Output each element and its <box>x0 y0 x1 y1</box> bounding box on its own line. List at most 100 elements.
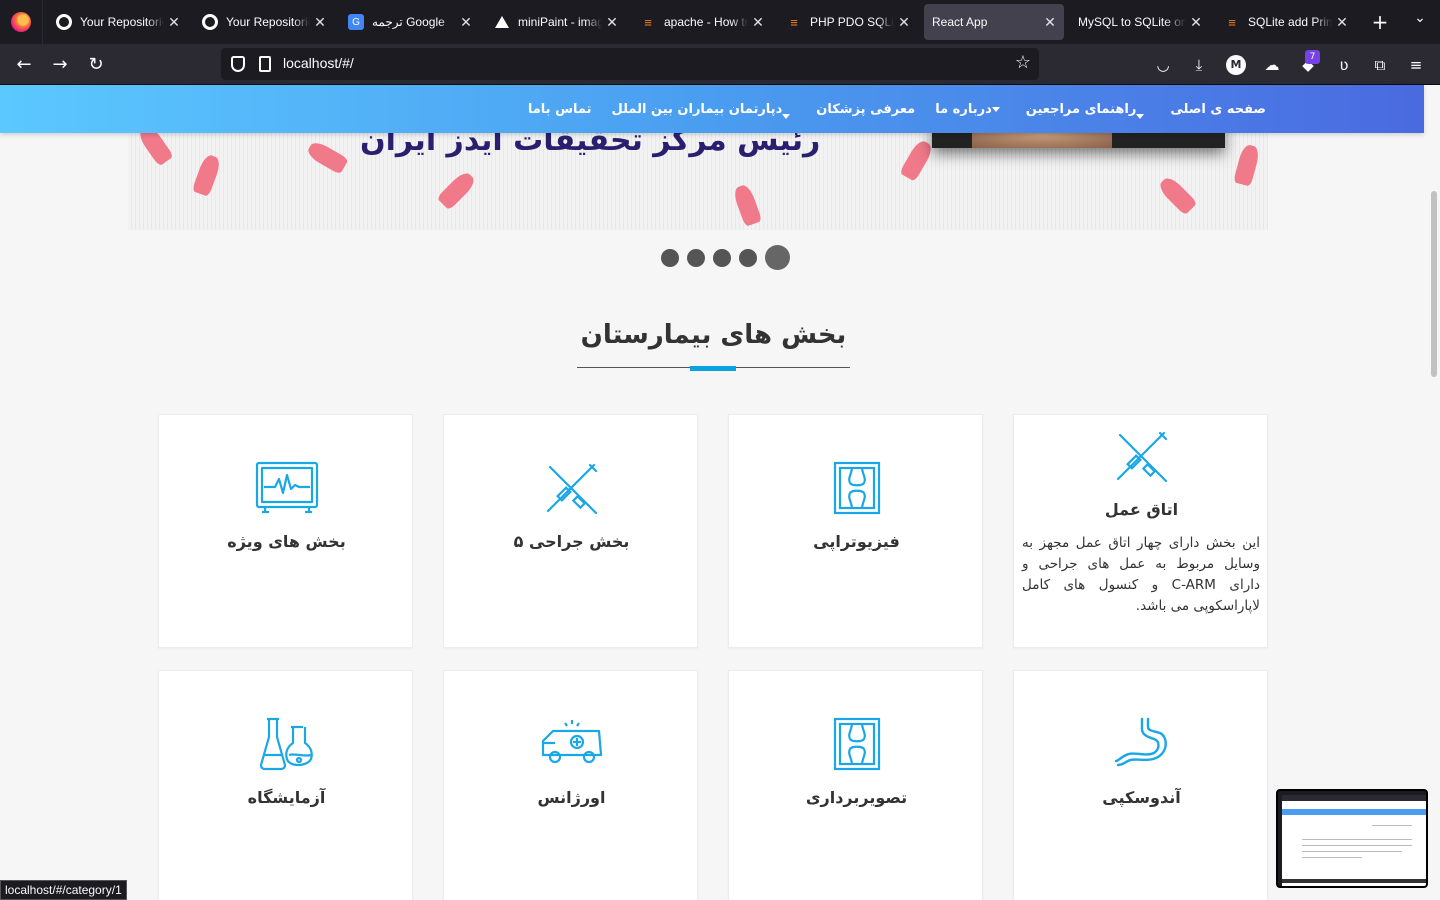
browser-tab[interactable]: ≡ PHP PDO SQLite ✕ <box>776 4 918 40</box>
page-scrollbar[interactable] <box>1431 191 1437 377</box>
petal-decoration <box>1156 174 1198 216</box>
nav-guide-label: راهنمای مراجعین <box>1025 101 1137 117</box>
preview-text-line <box>1302 839 1412 840</box>
slider-dot[interactable] <box>687 248 705 267</box>
browser-tab[interactable]: Your Repositories ✕ <box>46 4 188 40</box>
firefox-logo-icon[interactable] <box>11 12 31 32</box>
tab-title: React App <box>932 15 988 29</box>
surgery-tools-icon <box>1014 429 1269 485</box>
preview-text-line <box>1372 825 1412 826</box>
browser-tab[interactable]: Your Repositories ✕ <box>192 4 334 40</box>
department-card-laboratory[interactable]: آزمایشگاه <box>158 670 413 900</box>
close-tab-icon[interactable]: ✕ <box>456 14 476 31</box>
department-card-endoscopy[interactable]: آندوسکپی <box>1013 670 1268 900</box>
menu-hamburger-icon[interactable]: ≡ <box>1406 55 1426 75</box>
pocket-icon[interactable]: ◡ <box>1153 55 1173 75</box>
department-card-physiotherapy[interactable]: فیزیوتراپی <box>728 414 983 648</box>
url-text[interactable]: localhost/#/ <box>283 55 354 71</box>
close-tab-icon[interactable]: ✕ <box>164 14 184 31</box>
preview-text-line <box>1302 845 1412 846</box>
account-avatar[interactable]: M <box>1226 55 1246 75</box>
close-tab-icon[interactable]: ✕ <box>1040 14 1060 31</box>
xray-joint-icon <box>729 717 984 771</box>
department-title: آندوسکپی <box>1102 788 1181 807</box>
back-arrow-icon[interactable]: ← <box>10 52 38 78</box>
page-info-icon[interactable] <box>259 56 271 72</box>
surgery-tools-icon <box>444 461 699 517</box>
department-description: این بخش دارای چهار اتاق عمل مجهز به وسای… <box>1022 535 1261 614</box>
nav-about-label: درباره ما <box>935 101 992 117</box>
nav-contact[interactable]: تماس باما <box>528 102 592 117</box>
address-bar[interactable]: localhost/#/ ☆ <box>221 48 1039 80</box>
close-tab-icon[interactable]: ✕ <box>748 14 768 31</box>
stomach-icon <box>1014 717 1269 767</box>
tab-list-chevron-icon[interactable]: ⌄ <box>1410 10 1430 34</box>
slider-dot[interactable] <box>661 248 679 267</box>
link-status-bar: localhost/#/category/1 <box>0 880 127 900</box>
extension-icon[interactable]: ☁ <box>1262 55 1282 75</box>
nav-home[interactable]: صفحه ی اصلی <box>1170 102 1266 117</box>
browser-tab[interactable]: ≡ apache - How to ✕ <box>630 4 772 40</box>
downloads-icon[interactable]: ⤓ <box>1189 55 1209 75</box>
heart-monitor-icon <box>159 461 414 515</box>
google-translate-icon: G <box>348 14 364 30</box>
department-title: بخش جراحی ۵ <box>513 532 630 551</box>
browser-tab[interactable]: miniPaint - image editor ✕ <box>484 4 626 40</box>
close-tab-icon[interactable]: ✕ <box>602 14 622 31</box>
department-card-operating-room[interactable]: اتاق عمل این بخش دارای چهار اتاق عمل مجه… <box>1013 414 1268 648</box>
site-navbar: صفحه ی اصلی راهنمای مراجعین درباره ما مع… <box>0 85 1424 133</box>
petal-decoration <box>305 139 349 175</box>
github-icon <box>56 14 72 30</box>
close-tab-icon[interactable]: ✕ <box>894 14 914 31</box>
chevron-down-icon <box>1136 113 1145 119</box>
petal-decoration <box>899 138 935 182</box>
nav-doctors[interactable]: معرفی پزشکان <box>816 102 915 117</box>
department-card-emergency[interactable]: اورژانس <box>443 670 698 900</box>
stackoverflow-icon: ≡ <box>790 14 798 30</box>
department-title: فیزیوتراپی <box>813 532 900 551</box>
close-tab-icon[interactable]: ✕ <box>310 14 330 31</box>
tab-separator <box>42 0 43 44</box>
new-tab-icon[interactable]: + <box>1370 10 1390 34</box>
chevron-down-icon <box>782 113 791 119</box>
extensions-puzzle-icon[interactable]: ⧉ <box>1370 55 1390 75</box>
preview-footer <box>1282 879 1426 883</box>
browser-tab[interactable]: ≡ SQLite add Primary ✕ <box>1214 4 1356 40</box>
tracking-shield-icon[interactable] <box>231 56 245 72</box>
tab-title: miniPaint - image editor <box>518 15 602 29</box>
nav-guide[interactable]: راهنمای مراجعین <box>1026 100 1151 119</box>
title-accent-bar <box>690 366 736 371</box>
department-card-icu[interactable]: بخش های ویژه <box>158 414 413 648</box>
nav-international[interactable]: دپارتمان بیماران بین الملل <box>612 100 797 119</box>
browser-tab-active[interactable]: React App ✕ <box>924 4 1064 40</box>
page-viewport: رئیس مرکز تحقیقات ایدز ایران صفحه ی اصلی… <box>0 85 1440 900</box>
tab-title: ترجمه Google <box>372 15 445 29</box>
tab-preview-thumbnail[interactable] <box>1276 789 1428 888</box>
xray-joint-icon <box>729 461 984 515</box>
stackoverflow-icon: ≡ <box>644 14 652 30</box>
tab-title: Your Repositories <box>80 15 164 29</box>
close-tab-icon[interactable]: ✕ <box>1186 14 1206 31</box>
nav-about[interactable]: درباره ما <box>935 102 1006 117</box>
department-title: بخش های ویژه <box>227 532 346 551</box>
reload-icon[interactable]: ↻ <box>82 52 110 78</box>
browser-tab-bar: Your Repositories ✕ Your Repositories ✕ … <box>0 0 1440 44</box>
extension-logo-icon[interactable]: ʋ <box>1334 55 1354 75</box>
slider-dot[interactable] <box>739 248 757 267</box>
browser-tab[interactable]: MySQL to SQLite online ✕ <box>1068 4 1210 40</box>
slider-dot[interactable] <box>713 248 731 267</box>
extension-badge: 7 <box>1305 50 1320 64</box>
department-card-surgery-5[interactable]: بخش جراحی ۵ <box>443 414 698 648</box>
tab-title: SQLite add Primary <box>1248 15 1332 29</box>
minipaint-icon <box>494 14 510 30</box>
preview-text-line <box>1302 851 1402 852</box>
department-card-imaging[interactable]: تصویربرداری <box>728 670 983 900</box>
browser-tab[interactable]: G ترجمه Google ✕ <box>338 4 480 40</box>
department-title: تصویربرداری <box>805 788 908 807</box>
department-title: اتاق عمل <box>1104 500 1179 519</box>
forward-arrow-icon[interactable]: → <box>46 52 74 78</box>
petal-decoration <box>191 153 223 197</box>
slider-dot-active[interactable] <box>765 245 790 270</box>
close-tab-icon[interactable]: ✕ <box>1332 14 1352 31</box>
bookmark-star-icon[interactable]: ☆ <box>1015 52 1031 73</box>
